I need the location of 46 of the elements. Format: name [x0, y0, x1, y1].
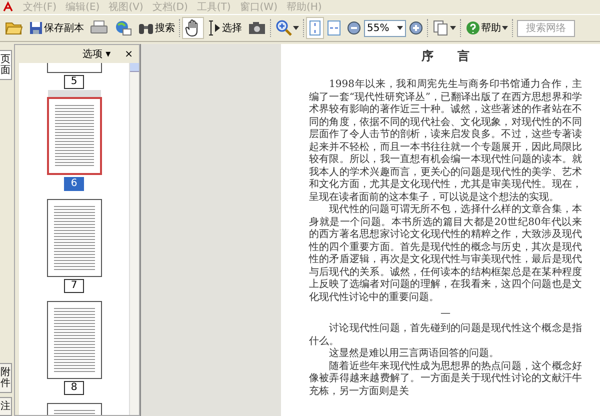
fit-width-icon: [327, 20, 341, 36]
paragraph: 这显然是难以用三言两语回答的问题。: [328, 348, 500, 360]
search-field[interactable]: 搜索网络: [517, 20, 575, 36]
paragraph: 现代性的问题可谓无所不包，选择什么样的文章合集，本身就是一个问题。本书所选的篇目大都是20世纪80年代以来的西方著名思想家讨论文化现代性的精粹之作，大致涉及现代性的四个重要方面。首先是现代性的概念与历史，其次是现代性的矛盾逻辑，再次是文化现代性与审美现代性，最后是现代与后现代的关系。诚然，任何读本的结构框架总是在某种程度上反映了选编者对问题的理解，在我看来，这四个问题也是文化现代性讨论中的重要问题。: [309, 204, 582, 304]
page-number: —: [440, 308, 452, 319]
sidebar-tab[interactable]: 注: [0, 397, 12, 416]
paragraph: 随着近些年来现代性成为思想界的热点问题，这个概念好像被弄得越来越费解了。一方面是关于现代性讨论的文献汗牛充栋，另一方面则是关: [309, 360, 582, 398]
page-thumbnail[interactable]: [46, 63, 102, 73]
camera-icon: [248, 21, 266, 35]
search-button[interactable]: 搜索: [135, 17, 178, 39]
sidebar-tab[interactable]: 页面: [0, 50, 12, 80]
hand-tool-button[interactable]: [182, 17, 204, 39]
text-cursor-icon: [207, 20, 221, 36]
app-logo-icon: [2, 1, 14, 13]
page-thumbnail[interactable]: [46, 199, 102, 277]
globe-envelope-icon: [114, 20, 132, 36]
caret-icon: [397, 26, 403, 30]
fit-page-button[interactable]: [306, 17, 324, 39]
fit-page-icon: [309, 20, 321, 36]
magnifier-plus-icon: [276, 20, 292, 36]
scrollbar[interactable]: [129, 63, 139, 415]
page-thumbnail[interactable]: [46, 301, 102, 379]
binoculars-icon: [138, 21, 154, 35]
minus-circle-icon: [347, 21, 361, 35]
caret-icon: [293, 26, 299, 30]
printer-icon: [90, 20, 108, 36]
plus-circle-icon: [409, 21, 423, 35]
page-number-label: 8: [64, 381, 84, 395]
zoom-field[interactable]: 55%: [364, 20, 406, 36]
caret-icon: [450, 26, 456, 30]
caret-icon: [502, 26, 508, 30]
page-title: 序 言: [420, 48, 470, 65]
options-menu[interactable]: 选项 ▾: [82, 47, 111, 61]
pages-icon: [433, 20, 449, 36]
paragraph: 讨论现代性问题，首先碰到的问题是现代性这个概念是指什么。: [309, 323, 582, 348]
paragraph: 1998年以来，我和周宪先生与商务印书馆通力合作，主编了一套“现代性研究译丛”，已翻译出版了在西方思想界和学术界较有影响的著作近三十种。诚然，这些著述的作者站在不同的角度，依据不同的现代社会、文化现象，对现代性的不同层面作了令人击节的剖析，读来启发良多。不过，这些专著读起来并不轻松，而且一本书往往就一个专题展开，因此局限比较有限。所以，我一直想有机会编一本现代性问题的读本。就我本人的学术兴趣而言，更关心的问题是现代性的美学、艺术和文化方面，尤其是文化现代性，尤其是审美现代性。现在，呈现在读者面前的这本集子，可以说是这个想法的实现。: [309, 79, 582, 204]
sidebar-tab[interactable]: 附件: [0, 363, 12, 393]
help-button[interactable]: 帮助: [463, 17, 511, 39]
question-mark-icon: [466, 21, 480, 35]
folder-icon: [5, 20, 23, 36]
page-number-label: 5: [64, 75, 84, 89]
save-copy-button[interactable]: 保存副本: [26, 17, 87, 39]
page-number-label: 6: [64, 177, 84, 191]
select-tool-button[interactable]: 选择: [204, 17, 245, 39]
page-number-label: 7: [64, 279, 84, 293]
close-button[interactable]: ×: [124, 48, 133, 60]
